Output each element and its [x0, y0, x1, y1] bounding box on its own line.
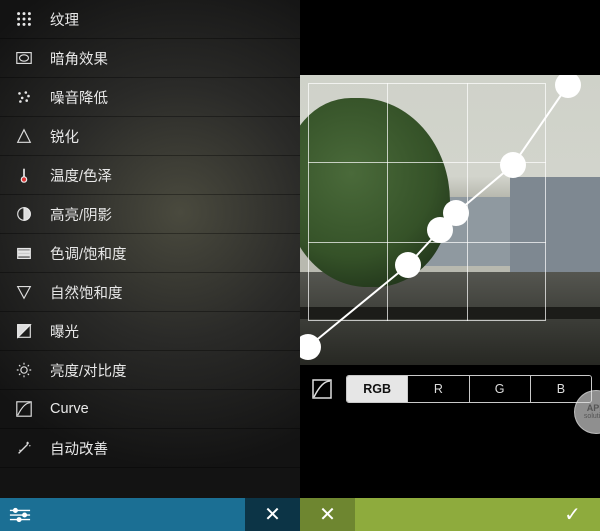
vignette-icon — [14, 48, 34, 68]
sliders-icon[interactable] — [0, 507, 40, 523]
curve-point-3[interactable] — [443, 200, 469, 226]
menu-item-exposure[interactable]: 曝光 — [0, 312, 300, 351]
menu-item-label: 亮度/对比度 — [50, 360, 127, 381]
menu-item-brightness[interactable]: 亮度/对比度 — [0, 351, 300, 390]
curve-grid — [308, 83, 546, 321]
curve-controls: RGBRGB — [300, 365, 600, 411]
menu-item-label: 色调/饱和度 — [50, 243, 127, 264]
menu-item-label: Curve — [50, 401, 89, 417]
channel-button-rgb[interactable]: RGB — [347, 376, 408, 402]
badge-line2: solution — [584, 413, 600, 420]
channel-segmented-control: RGBRGB — [346, 375, 592, 403]
menu-list: 纹理暗角效果噪音降低锐化温度/色泽高亮/阴影色调/饱和度自然饱和度曝光亮度/对比… — [0, 0, 300, 468]
badge-line1: APP — [587, 404, 600, 413]
brightness-icon — [14, 360, 34, 380]
menu-item-label: 噪音降低 — [50, 87, 108, 108]
menu-item-texture[interactable]: 纹理 — [0, 0, 300, 39]
menu-item-label: 曝光 — [50, 321, 79, 342]
curve-point-4[interactable] — [500, 152, 526, 178]
triangle-down-icon — [14, 282, 34, 302]
menu-item-highlights[interactable]: 高亮/阴影 — [0, 195, 300, 234]
left-toolbar: ✕ — [0, 498, 300, 531]
channel-button-r[interactable]: R — [408, 376, 469, 402]
menu-item-label: 温度/色泽 — [50, 165, 112, 186]
menu-item-sharpen[interactable]: 锐化 — [0, 117, 300, 156]
grid3-icon — [14, 9, 34, 29]
menu-item-label: 暗角效果 — [50, 48, 108, 69]
menu-item-vignette[interactable]: 暗角效果 — [0, 39, 300, 78]
thermometer-icon — [14, 165, 34, 185]
curve-editor-panel: RGBRGB ✕ ✓ APP solution — [300, 0, 600, 531]
hue-bars-icon — [14, 243, 34, 263]
menu-item-label: 自动改善 — [50, 438, 108, 459]
wand-icon — [14, 438, 34, 458]
menu-item-hue[interactable]: 色调/饱和度 — [0, 234, 300, 273]
channel-button-g[interactable]: G — [470, 376, 531, 402]
menu-item-auto[interactable]: 自动改善 — [0, 429, 300, 468]
menu-item-vibrance[interactable]: 自然饱和度 — [0, 273, 300, 312]
menu-item-denoise[interactable]: 噪音降低 — [0, 78, 300, 117]
curve-point-1[interactable] — [395, 252, 421, 278]
menu-item-label: 纹理 — [50, 9, 79, 30]
triangle-up-icon — [14, 126, 34, 146]
close-button[interactable]: ✕ — [245, 498, 300, 531]
half-circle-icon — [14, 204, 34, 224]
curve-icon — [14, 399, 34, 419]
menu-item-label: 自然饱和度 — [50, 282, 123, 303]
menu-item-label: 高亮/阴影 — [50, 204, 112, 225]
edit-menu-panel: 纹理暗角效果噪音降低锐化温度/色泽高亮/阴影色调/饱和度自然饱和度曝光亮度/对比… — [0, 0, 300, 531]
exposure-icon — [14, 321, 34, 341]
top-spacer — [300, 0, 600, 75]
image-preview[interactable] — [300, 75, 600, 365]
confirm-button[interactable]: ✓ — [545, 498, 600, 531]
curve-icon-button[interactable] — [308, 375, 336, 403]
menu-item-curve[interactable]: Curve — [0, 390, 300, 429]
dots-icon — [14, 87, 34, 107]
menu-item-temperature[interactable]: 温度/色泽 — [0, 156, 300, 195]
right-bottom-bar: ✕ ✓ — [300, 498, 600, 531]
menu-item-label: 锐化 — [50, 126, 79, 147]
cancel-button[interactable]: ✕ — [300, 498, 355, 531]
